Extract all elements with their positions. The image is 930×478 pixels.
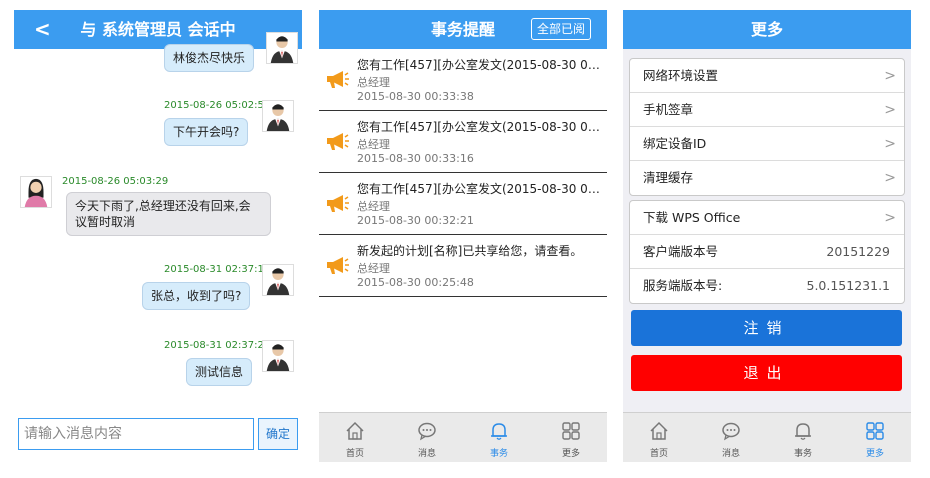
home-icon	[346, 421, 364, 440]
notice-item-title: 您有工作[457][办公室发文(2015-08-30 00:31:…	[357, 120, 603, 134]
notice-item-time: 2015-08-30 00:33:38	[357, 90, 474, 103]
row-label: 服务端版本号:	[643, 278, 723, 293]
notice-item-time: 2015-08-30 00:25:48	[357, 276, 474, 289]
bottom-nav: 首页 消息 事务 更多	[623, 412, 911, 462]
chat-bubble-sent: 测试信息	[186, 358, 253, 386]
nav-messages[interactable]: 消息	[391, 413, 463, 462]
notice-item-sender: 总经理	[357, 76, 390, 89]
server-version-row: 服务端版本号: 5.0.151231.1	[630, 269, 904, 303]
row-label: 下载 WPS Office	[643, 210, 741, 225]
client-version-value: 20151229	[826, 244, 890, 259]
chevron-right-icon: >	[884, 102, 896, 118]
avatar-male-icon	[266, 32, 298, 64]
notice-item-title: 新发起的计划[名称]已共享给您，请查看。	[357, 244, 583, 258]
nav-more[interactable]: 更多	[535, 413, 607, 462]
megaphone-icon	[327, 257, 349, 274]
message-time: 2015-08-26 05:03:29	[62, 176, 169, 187]
chat-bubble-sent: 下午开会吗?	[164, 118, 249, 146]
chat-bubble-icon	[418, 422, 436, 441]
notice-item-sender: 总经理	[357, 262, 390, 275]
avatar-male-icon	[262, 340, 294, 372]
more-title: 更多	[750, 20, 783, 39]
nav-home[interactable]: 首页	[623, 413, 695, 462]
nav-tasks-label: 事务	[489, 449, 508, 459]
exit-button[interactable]: 退出	[631, 355, 902, 391]
message-time: 2015-08-26 05:02:58	[164, 100, 271, 111]
more-titlebar: 更多	[623, 10, 911, 49]
nav-messages-label: 消息	[721, 449, 740, 459]
notice-item-time: 2015-08-30 00:33:16	[357, 152, 474, 165]
chevron-right-icon: >	[884, 68, 896, 84]
notice-titlebar: 事务提醒 全部已阅	[319, 10, 607, 49]
megaphone-icon	[327, 71, 349, 88]
nav-more-label: 更多	[865, 449, 884, 459]
message-input-bar: 请输入消息内容 确定	[14, 412, 302, 462]
info-group: 下载 WPS Office > 客户端版本号 20151229 服务端版本号: 5.0…	[629, 200, 905, 304]
megaphone-icon	[327, 133, 349, 150]
avatar-male-icon	[262, 264, 294, 296]
notice-item[interactable]: 您有工作[457][办公室发文(2015-08-30 00:31:… 总经理 2…	[319, 111, 607, 173]
chat-bubble-sent: 林俊杰尽快乐	[164, 44, 255, 72]
more-screen: 更多 网络环境设置 > 手机签章 > 绑定设备ID > 清理缓存 > 下载 WPS Of…	[623, 10, 911, 462]
row-label: 客户端版本号	[643, 244, 719, 259]
notice-item-sender: 总经理	[357, 138, 390, 151]
chevron-right-icon: >	[884, 210, 896, 226]
nav-home-label: 首页	[649, 449, 668, 459]
notice-item[interactable]: 您有工作[457][办公室发文(2015-08-30 00:31:… 总经理 2…	[319, 49, 607, 111]
megaphone-icon	[327, 195, 349, 212]
message-input[interactable]: 请输入消息内容	[18, 418, 254, 450]
row-label: 网络环境设置	[643, 68, 719, 83]
message-time: 2015-08-31 02:37:27	[164, 340, 271, 351]
mark-all-read-button[interactable]: 全部已阅	[530, 18, 591, 40]
chat-bubble-received: 今天下雨了,总经理还没有回来,会议暂时取消	[66, 192, 271, 236]
home-icon	[650, 421, 668, 440]
grid-icon	[866, 422, 884, 440]
nav-more[interactable]: 更多	[839, 413, 911, 462]
bell-icon	[795, 423, 811, 440]
nav-tasks[interactable]: 事务	[767, 413, 839, 462]
logout-button[interactable]: 注销	[631, 310, 902, 346]
send-button[interactable]: 确定	[258, 418, 298, 450]
chevron-right-icon: >	[884, 170, 896, 186]
settings-group: 网络环境设置 > 手机签章 > 绑定设备ID > 清理缓存 >	[629, 58, 905, 196]
notice-item-time: 2015-08-30 00:32:21	[357, 214, 474, 227]
avatar-female-icon	[20, 176, 52, 208]
chat-bubble-icon	[722, 422, 740, 441]
nav-messages-label: 消息	[417, 449, 436, 459]
network-settings-row[interactable]: 网络环境设置 >	[630, 59, 904, 93]
chat-screen: < 与 系统管理员 会话中 林俊杰尽快乐 2015-08-26 05:02:58…	[14, 10, 302, 462]
bind-device-row[interactable]: 绑定设备ID >	[630, 127, 904, 161]
notice-item-title: 您有工作[457][办公室发文(2015-08-30 00:31:…	[357, 182, 603, 196]
chat-title: 与 系统管理员 会话中	[80, 20, 236, 39]
nav-home[interactable]: 首页	[319, 413, 391, 462]
nav-tasks-label: 事务	[793, 449, 812, 459]
chevron-right-icon: >	[884, 136, 896, 152]
client-version-row: 客户端版本号 20151229	[630, 235, 904, 269]
notice-item[interactable]: 您有工作[457][办公室发文(2015-08-30 00:31:… 总经理 2…	[319, 173, 607, 235]
notice-item-title: 您有工作[457][办公室发文(2015-08-30 00:31:…	[357, 58, 603, 72]
clear-cache-row[interactable]: 清理缓存 >	[630, 161, 904, 195]
row-label: 手机签章	[643, 102, 694, 117]
notice-item-sender: 总经理	[357, 200, 390, 213]
server-version-value: 5.0.151231.1	[806, 278, 891, 293]
nav-tasks[interactable]: 事务	[463, 413, 535, 462]
grid-icon	[562, 422, 580, 440]
mobile-signature-row[interactable]: 手机签章 >	[630, 93, 904, 127]
nav-messages[interactable]: 消息	[695, 413, 767, 462]
nav-more-label: 更多	[561, 449, 580, 459]
notice-item[interactable]: 新发起的计划[名称]已共享给您，请查看。 总经理 2015-08-30 00:2…	[319, 235, 607, 297]
avatar-male-icon	[262, 100, 294, 132]
bell-icon	[491, 423, 507, 440]
row-label: 清理缓存	[643, 170, 694, 185]
chat-bubble-sent: 张总，收到了吗?	[142, 282, 251, 310]
bottom-nav: 首页 消息 事务 更多	[319, 412, 607, 462]
chat-titlebar: < 与 系统管理员 会话中	[14, 10, 302, 49]
download-wps-row[interactable]: 下载 WPS Office >	[630, 201, 904, 235]
notice-screen: 事务提醒 全部已阅 您有工作[457][办公室发文(2015-08-30 00:…	[319, 10, 607, 462]
message-time: 2015-08-31 02:37:19	[164, 264, 271, 275]
row-label: 绑定设备ID	[643, 136, 707, 151]
nav-home-label: 首页	[345, 449, 364, 459]
